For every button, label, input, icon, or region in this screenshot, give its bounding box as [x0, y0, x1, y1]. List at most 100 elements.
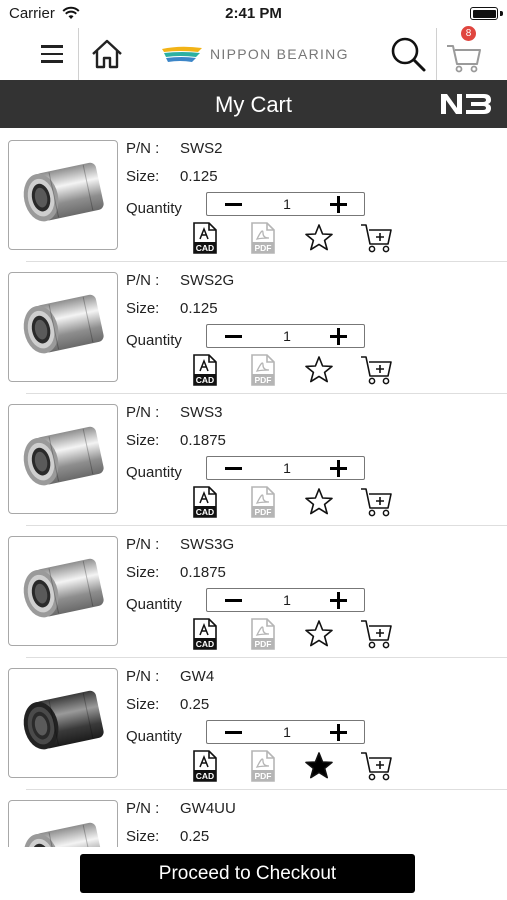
logo-text: NIPPON BEARING: [210, 46, 349, 62]
pdf-datasheet-icon[interactable]: PDF: [248, 354, 278, 386]
quantity-stepper: 1: [206, 720, 365, 744]
pdf-datasheet-icon[interactable]: PDF: [248, 750, 278, 782]
cad-download-icon[interactable]: CAD: [190, 222, 220, 254]
add-to-cart-icon[interactable]: [360, 354, 392, 386]
shopping-cart-icon[interactable]: [444, 36, 484, 76]
pdf-datasheet-icon[interactable]: PDF: [248, 222, 278, 254]
cart-item: P/N : SWS2G Size: 0.125 Quantity 1 CAD P…: [0, 262, 507, 394]
quantity-label: Quantity: [126, 200, 182, 217]
hamburger-menu-icon[interactable]: [32, 40, 72, 68]
logo-swoosh-icon: [162, 46, 202, 62]
cart-item: P/N : SWS3 Size: 0.1875 Quantity 1 CAD P…: [0, 394, 507, 526]
size-label: Size:: [126, 300, 160, 317]
svg-text:PDF: PDF: [255, 375, 272, 385]
decrease-quantity-button[interactable]: [215, 457, 251, 479]
cart-item: P/N : GW4UU Size: 0.25 Quantity 1 CAD PD…: [0, 790, 507, 847]
increase-quantity-button[interactable]: [320, 589, 356, 611]
quantity-stepper: 1: [206, 588, 365, 612]
svg-text:CAD: CAD: [196, 771, 214, 781]
svg-text:CAD: CAD: [196, 639, 214, 649]
page-title: My Cart: [215, 92, 292, 117]
nav-divider: [436, 28, 437, 80]
product-image[interactable]: [8, 272, 118, 382]
part-number-value: SWS3G: [180, 536, 235, 553]
quantity-value[interactable]: 1: [267, 460, 307, 476]
quantity-label: Quantity: [126, 332, 182, 349]
title-bar: My Cart NB: [0, 80, 507, 128]
favorite-star-icon[interactable]: [304, 618, 334, 650]
cad-download-icon[interactable]: CAD: [190, 750, 220, 782]
svg-text:CAD: CAD: [196, 507, 214, 517]
pdf-datasheet-icon[interactable]: PDF: [248, 486, 278, 518]
size-label: Size:: [126, 432, 160, 449]
cad-download-icon[interactable]: CAD: [190, 618, 220, 650]
quantity-label: Quantity: [126, 464, 182, 481]
decrease-quantity-button[interactable]: [215, 325, 251, 347]
size-value: 0.1875: [180, 432, 226, 449]
cad-download-icon[interactable]: CAD: [190, 354, 220, 386]
size-label: Size:: [126, 564, 160, 581]
proceed-to-checkout-button[interactable]: Proceed to Checkout: [80, 854, 415, 893]
part-number-value: GW4UU: [180, 800, 236, 817]
quantity-stepper: 1: [206, 324, 365, 348]
favorite-star-icon[interactable]: [304, 486, 334, 518]
decrease-quantity-button[interactable]: [215, 193, 251, 215]
favorite-star-icon[interactable]: [304, 354, 334, 386]
increase-quantity-button[interactable]: [320, 325, 356, 347]
product-image[interactable]: [8, 536, 118, 646]
quantity-value[interactable]: 1: [267, 328, 307, 344]
nav-divider: [78, 28, 79, 80]
decrease-quantity-button[interactable]: [215, 721, 251, 743]
decrease-quantity-button[interactable]: [215, 589, 251, 611]
status-bar: Carrier 2:41 PM: [0, 0, 507, 28]
product-image[interactable]: [8, 140, 118, 250]
part-number-value: GW4: [180, 668, 215, 685]
cart-item: P/N : GW4 Size: 0.25 Quantity 1 CAD PDF: [0, 658, 507, 790]
increase-quantity-button[interactable]: [320, 193, 356, 215]
cad-download-icon[interactable]: CAD: [190, 486, 220, 518]
top-nav: NIPPON BEARING: [0, 28, 507, 80]
part-number-value: SWS2G: [180, 272, 235, 289]
part-number-label: P/N :: [126, 668, 160, 685]
home-icon[interactable]: [89, 36, 125, 72]
size-value: 0.125: [180, 168, 218, 185]
clock: 2:41 PM: [225, 5, 282, 22]
cart-list[interactable]: P/N : SWS2 Size: 0.125 Quantity 1 CAD PD…: [0, 130, 507, 847]
part-number-label: P/N :: [126, 800, 160, 817]
favorite-star-icon[interactable]: [304, 750, 334, 782]
product-image[interactable]: [8, 800, 118, 847]
size-value: 0.25: [180, 696, 210, 713]
add-to-cart-icon[interactable]: [360, 486, 392, 518]
increase-quantity-button[interactable]: [320, 721, 356, 743]
part-number-label: P/N :: [126, 404, 160, 421]
battery-icon: [470, 7, 498, 20]
favorite-star-icon[interactable]: [304, 222, 334, 254]
part-number-value: SWS3: [180, 404, 223, 421]
add-to-cart-icon[interactable]: [360, 618, 392, 650]
part-number-label: P/N :: [126, 140, 160, 157]
svg-text:CAD: CAD: [196, 375, 214, 385]
add-to-cart-icon[interactable]: [360, 222, 392, 254]
quantity-stepper: 1: [206, 192, 365, 216]
increase-quantity-button[interactable]: [320, 457, 356, 479]
size-label: Size:: [126, 168, 160, 185]
quantity-label: Quantity: [126, 596, 182, 613]
size-label: Size:: [126, 828, 160, 845]
quantity-value[interactable]: 1: [267, 724, 307, 740]
size-label: Size:: [126, 696, 160, 713]
svg-text:PDF: PDF: [255, 243, 272, 253]
size-value: 0.1875: [180, 564, 226, 581]
pdf-datasheet-icon[interactable]: PDF: [248, 618, 278, 650]
part-number-value: SWS2: [180, 140, 223, 157]
svg-text:PDF: PDF: [255, 771, 272, 781]
part-number-label: P/N :: [126, 272, 160, 289]
cart-count-badge: 8: [461, 26, 476, 41]
size-value: 0.25: [180, 828, 210, 845]
quantity-value[interactable]: 1: [267, 592, 307, 608]
search-icon[interactable]: [388, 34, 428, 74]
product-image[interactable]: [8, 404, 118, 514]
product-image[interactable]: [8, 668, 118, 778]
svg-text:PDF: PDF: [255, 507, 272, 517]
add-to-cart-icon[interactable]: [360, 750, 392, 782]
quantity-value[interactable]: 1: [267, 196, 307, 212]
